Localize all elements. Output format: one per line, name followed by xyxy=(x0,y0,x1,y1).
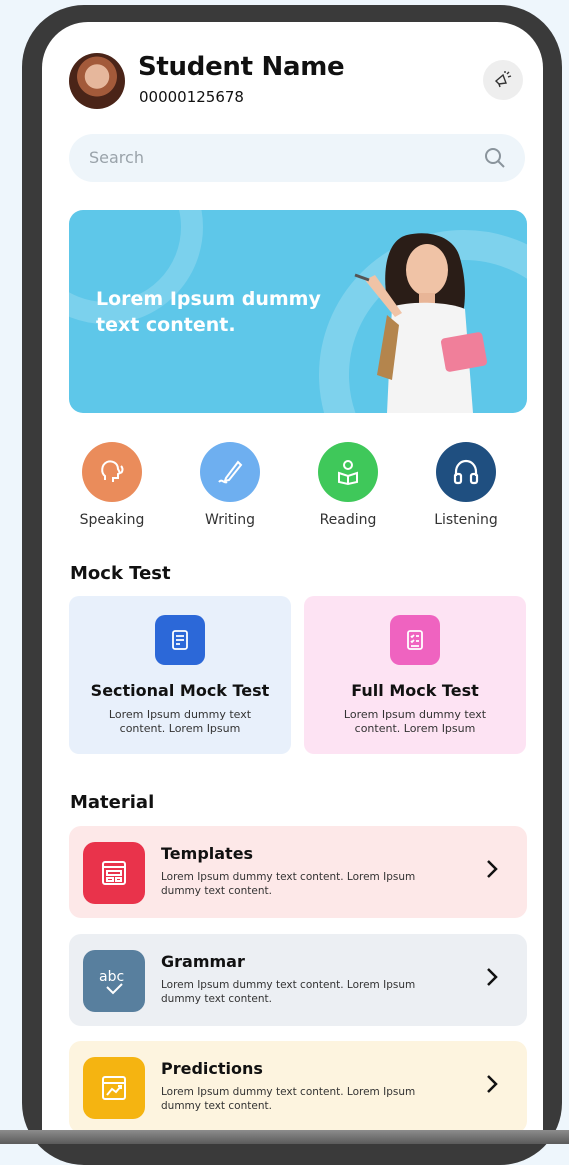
search-input[interactable]: Search xyxy=(89,148,144,167)
app-screen: Student Name 00000125678 Search Lorem Ip… xyxy=(42,22,543,1144)
chevron-right-icon[interactable] xyxy=(485,858,499,880)
skill-listening[interactable]: Listening xyxy=(421,442,511,528)
document-icon xyxy=(155,615,205,665)
chart-trend-icon xyxy=(83,1057,145,1119)
material-item-templates[interactable]: Templates Lorem Ipsum dummy text content… xyxy=(69,826,527,918)
material-item-description: Lorem Ipsum dummy text content. Lorem Ip… xyxy=(161,871,416,897)
material-item-description: Lorem Ipsum dummy text content. Lorem Ip… xyxy=(161,1086,416,1112)
template-icon xyxy=(83,842,145,904)
speaking-head-icon xyxy=(82,442,142,502)
material-item-title: Grammar xyxy=(161,952,245,971)
material-item-title: Templates xyxy=(161,844,254,863)
material-item-grammar[interactable]: abc Grammar Lorem Ipsum dummy text conte… xyxy=(69,934,527,1026)
search-icon[interactable] xyxy=(483,146,507,170)
reading-person-icon xyxy=(318,442,378,502)
promo-banner[interactable]: Lorem Ipsum dummy text content. xyxy=(69,210,527,413)
material-item-description: Lorem Ipsum dummy text content. Lorem Ip… xyxy=(161,979,416,1005)
mock-test-heading: Mock Test xyxy=(70,563,171,584)
sectional-mock-test-card[interactable]: Sectional Mock Test Lorem Ipsum dummy te… xyxy=(69,596,291,754)
mock-card-description: Lorem Ipsum dummy text content. Lorem Ip… xyxy=(343,708,487,735)
mock-card-title: Sectional Mock Test xyxy=(90,681,270,700)
megaphone-icon xyxy=(494,71,512,88)
student-illustration xyxy=(354,233,487,413)
material-heading: Material xyxy=(70,792,155,813)
checklist-icon xyxy=(390,615,440,665)
student-id: 00000125678 xyxy=(139,88,244,106)
mock-card-title: Full Mock Test xyxy=(351,681,479,700)
chevron-right-icon[interactable] xyxy=(485,966,499,988)
skill-reading[interactable]: Reading xyxy=(303,442,393,528)
headphones-icon xyxy=(436,442,496,502)
profile-header: Student Name 00000125678 xyxy=(69,52,523,112)
material-item-predictions[interactable]: Predictions Lorem Ipsum dummy text conte… xyxy=(69,1041,527,1133)
banner-text: Lorem Ipsum dummy text content. xyxy=(96,288,321,336)
abc-check-icon: abc xyxy=(83,950,145,1012)
svg-text:abc: abc xyxy=(99,969,124,985)
skill-speaking[interactable]: Speaking xyxy=(67,442,157,528)
full-mock-test-card[interactable]: Full Mock Test Lorem Ipsum dummy text co… xyxy=(304,596,526,754)
search-bar[interactable]: Search xyxy=(69,134,525,182)
skill-writing[interactable]: Writing xyxy=(185,442,275,528)
pen-icon xyxy=(200,442,260,502)
mock-card-description: Lorem Ipsum dummy text content. Lorem Ip… xyxy=(108,708,252,735)
skills-row: Speaking Writing Reading Listening xyxy=(62,442,532,532)
bottom-edge-shadow xyxy=(0,1130,569,1144)
material-item-title: Predictions xyxy=(161,1059,263,1078)
skill-label: Reading xyxy=(319,512,377,528)
student-name: Student Name xyxy=(138,52,345,82)
announcement-button[interactable] xyxy=(483,60,523,100)
skill-label: Listening xyxy=(434,512,498,528)
skill-label: Speaking xyxy=(79,512,145,528)
avatar[interactable] xyxy=(69,53,125,109)
chevron-right-icon[interactable] xyxy=(485,1073,499,1095)
skill-label: Writing xyxy=(205,512,255,528)
